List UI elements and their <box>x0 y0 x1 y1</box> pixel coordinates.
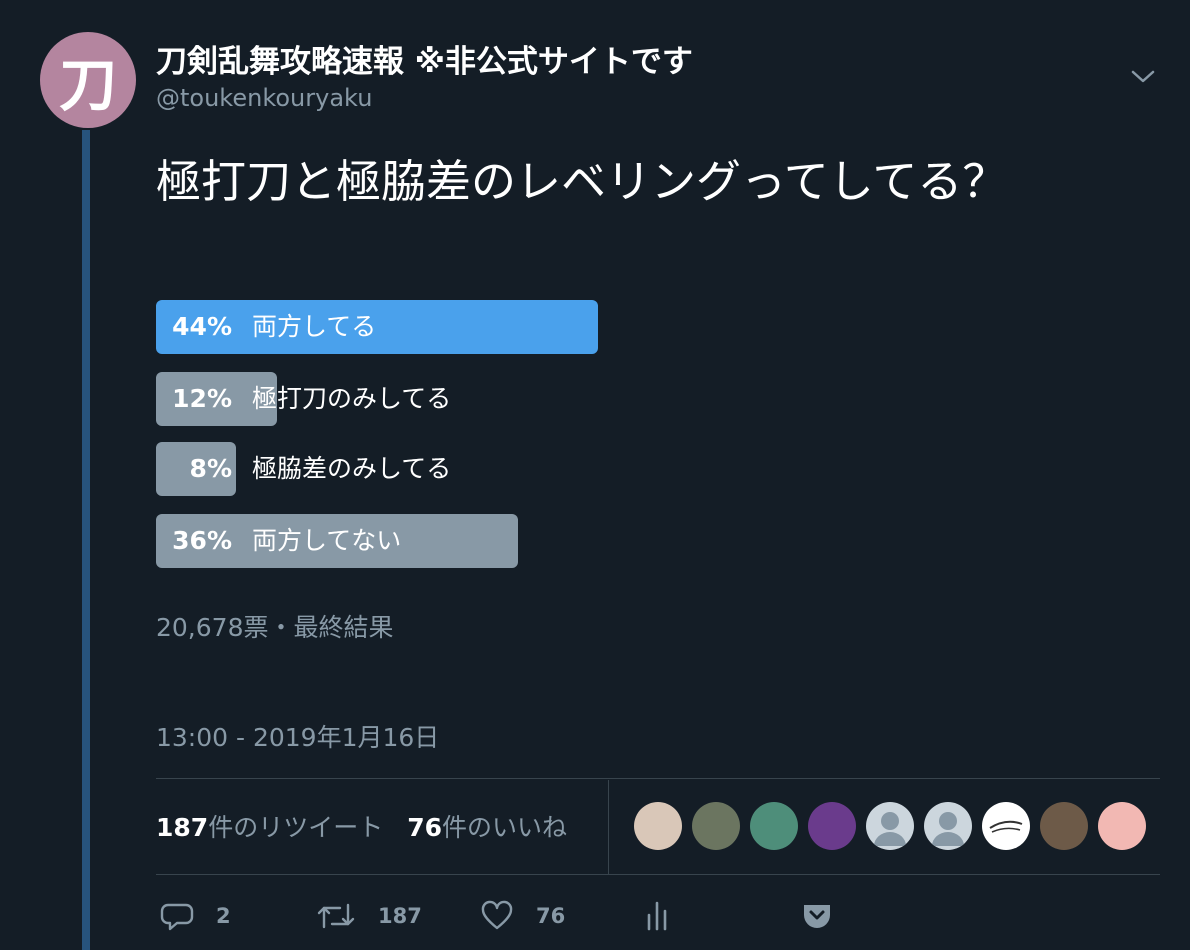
reply-icon <box>160 903 194 931</box>
poll-option-label: 両方してない <box>252 526 402 555</box>
analytics-button[interactable] <box>645 896 693 936</box>
engagement-stats: 187件のリツイート 76件のいいね <box>156 808 567 844</box>
retweet-icon <box>317 903 355 929</box>
tweet-text: 極打刀と極脇差のレベリングってしてる？ <box>156 155 1008 208</box>
poll-percent: 44% <box>172 312 232 341</box>
poll-option: 12% 極打刀のみしてる <box>156 372 1156 426</box>
liker-avatar-2[interactable] <box>692 802 740 850</box>
like-button[interactable]: 76 <box>480 896 565 936</box>
tweet-timestamp[interactable]: 13:00 - 2019年1月16日 <box>156 718 439 754</box>
pocket-button[interactable] <box>801 896 855 936</box>
liker-avatar-3[interactable] <box>750 802 798 850</box>
poll-option-label: 極脇差のみしてる <box>252 454 452 483</box>
poll-option: 44% 両方してる <box>156 300 1156 354</box>
analytics-icon <box>647 901 667 931</box>
divider <box>156 778 1160 779</box>
divider <box>156 874 1160 875</box>
user-avatar[interactable]: 刀 <box>40 32 136 128</box>
thread-line <box>82 130 90 950</box>
poll-percent: 12% <box>172 384 232 413</box>
like-count: 76 <box>536 904 566 928</box>
default-user-icon <box>874 812 906 846</box>
pocket-icon <box>804 905 830 928</box>
liker-avatar-5[interactable] <box>866 802 914 850</box>
liker-avatar-8[interactable] <box>1040 802 1088 850</box>
display-name[interactable]: 刀剣乱舞攻略速報 ※非公式サイトです <box>156 36 693 81</box>
poll-option: 36% 両方してない <box>156 514 1156 568</box>
stats-divider <box>608 780 609 874</box>
liker-avatar-1[interactable] <box>634 802 682 850</box>
retweets-count[interactable]: 187 <box>156 813 208 842</box>
retweets-label[interactable]: 件のリツイート <box>208 813 383 842</box>
likes-count[interactable]: 76 <box>407 813 442 842</box>
likes-label[interactable]: 件のいいね <box>442 813 567 842</box>
avatar-glyph: 刀 <box>58 51 117 119</box>
reply-count: 2 <box>216 904 231 928</box>
poll-option-label: 両方してる <box>252 312 377 341</box>
poll-footer: 20,678票・最終結果 <box>156 613 394 642</box>
liker-avatar-4[interactable] <box>808 802 856 850</box>
retweet-count: 187 <box>378 904 422 928</box>
liker-avatar-9[interactable] <box>1098 802 1146 850</box>
poll-option-label: 極打刀のみしてる <box>252 384 452 413</box>
liker-avatar-7[interactable] <box>982 802 1030 850</box>
poll-percent: 8% <box>189 454 232 483</box>
retweet-button[interactable]: 187 <box>316 896 422 936</box>
heart-icon <box>481 900 513 930</box>
user-handle[interactable]: @toukenkouryaku <box>156 84 372 112</box>
reply-button[interactable]: 2 <box>160 896 231 936</box>
poll-option: 8% 極脇差のみしてる <box>156 442 1156 496</box>
poll-percent: 36% <box>172 526 232 555</box>
liker-avatar-6[interactable] <box>924 802 972 850</box>
chevron-down-icon[interactable] <box>1128 62 1158 92</box>
default-user-icon <box>932 812 964 846</box>
sketch-icon <box>989 820 1023 833</box>
